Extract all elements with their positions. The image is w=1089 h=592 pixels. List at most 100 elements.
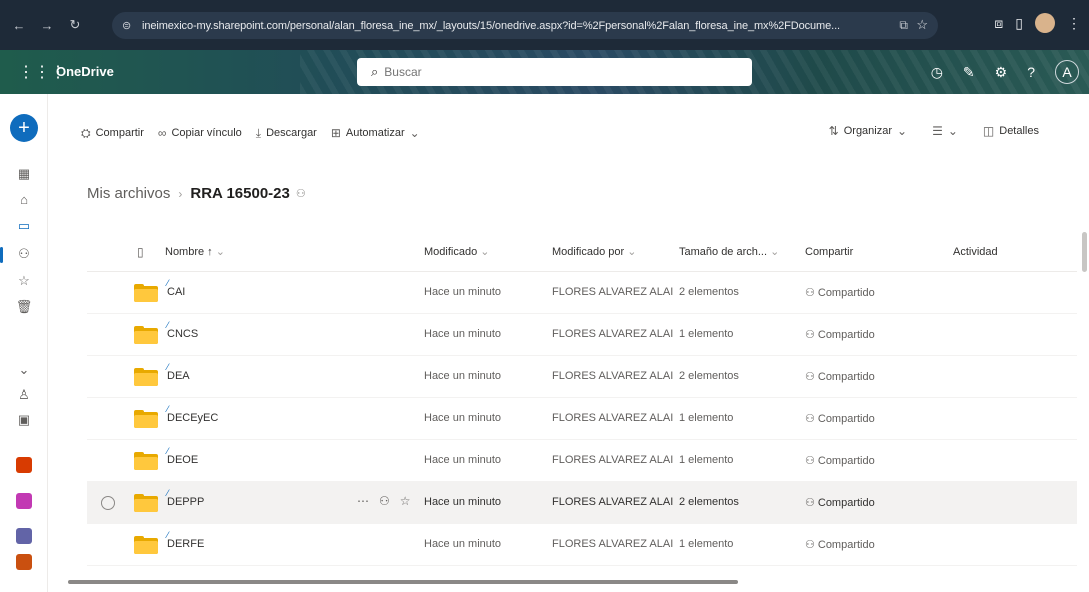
address-bar[interactable]: ⊜ ineimexico-my.sharepoint.com/personal/… (112, 12, 938, 39)
details-pane-icon: ◫ (982, 124, 995, 138)
search-box[interactable]: ⌕ (357, 58, 752, 86)
url-text[interactable]: ineimexico-my.sharepoint.com/personal/al… (142, 20, 902, 32)
organize-command[interactable]: ⇅ Organizar ⌄ (829, 124, 912, 138)
sidepanel-icon[interactable]: ▯ (1015, 15, 1023, 32)
folder-name[interactable]: DERFE (167, 538, 204, 550)
photos-icon[interactable]: ▣ (14, 410, 34, 430)
copy-link-command[interactable]: ∞ Copiar vínculo (158, 126, 242, 140)
folder-name[interactable]: CNCS (167, 328, 198, 340)
more-actions-icon[interactable]: ⋯ (357, 494, 369, 508)
share-icon[interactable]: ⚇ (379, 494, 390, 508)
table-row[interactable]: ⁄ DEA Hace un minuto FLORES ALVAREZ ALAI… (87, 356, 1077, 398)
my-files-icon[interactable]: ▭ (14, 216, 34, 236)
automate-command[interactable]: ⊞ Automatizar ⌄ (331, 126, 425, 140)
column-size[interactable]: Tamaño de arch... ⌄ (679, 245, 779, 258)
sharing-cell[interactable]: ⚇ Compartido (805, 328, 875, 341)
favorite-star-icon[interactable]: ☆ (400, 494, 411, 508)
folder-name[interactable]: DEOE (167, 454, 198, 466)
favorites-icon[interactable]: ☆ (14, 271, 34, 291)
column-sharing[interactable]: Compartir (805, 246, 853, 258)
office-app-icon[interactable] (16, 457, 32, 473)
help-icon[interactable]: ? (1027, 64, 1035, 80)
chevron-down-icon[interactable]: ⌄ (14, 360, 34, 380)
file-type-icon[interactable]: ▯ (137, 245, 144, 259)
download-command[interactable]: ⤓ Descargar (256, 126, 317, 141)
sharing-cell[interactable]: ⚇ Compartido (805, 538, 875, 551)
breadcrumb-current[interactable]: RRA 16500-23 (190, 185, 290, 202)
profile-avatar[interactable] (1035, 13, 1055, 33)
modified-cell: Hace un minuto (424, 370, 502, 382)
shared-icon: ⚇ (805, 371, 815, 383)
chevron-right-icon: › (178, 186, 183, 201)
site-info-icon[interactable]: ⊜ (122, 19, 136, 33)
column-activity[interactable]: Actividad (953, 246, 998, 258)
home-grid-icon[interactable]: ▦ (14, 164, 34, 184)
shared-icon[interactable]: ⚇ (14, 244, 34, 264)
recycle-bin-icon[interactable]: 🗑 (14, 297, 34, 317)
row-select-radio[interactable] (101, 496, 115, 510)
row-actions: ⋯ ⚇ ☆ (357, 494, 411, 508)
suite-header: ⋮⋮⋮ OneDrive ⌕ ◷ ✎ ⚙ ? A (0, 50, 1089, 94)
details-command[interactable]: ◫ Detalles (983, 124, 1039, 138)
cast-icon[interactable]: ⧉ (899, 18, 908, 33)
search-icon: ⌕ (371, 64, 379, 79)
share-command[interactable]: ⛭ Compartir (81, 126, 144, 141)
table-row[interactable]: ⁄ DEOE Hace un minuto FLORES ALVAREZ ALA… (87, 440, 1077, 482)
folder-name[interactable]: DEA (167, 370, 190, 382)
horizontal-scrollbar[interactable] (68, 580, 1078, 586)
megaphone-icon[interactable]: ✎ (963, 64, 975, 81)
breadcrumb-root[interactable]: Mis archivos (87, 185, 170, 202)
settings-icon[interactable]: ⚙ (995, 64, 1008, 81)
folder-icon (134, 494, 158, 512)
column-modified-by[interactable]: Modificado por ⌄ (552, 245, 636, 258)
extensions-icon[interactable]: ⧈ (994, 15, 1003, 32)
view-options-command[interactable]: ☰ ⌄ (932, 124, 963, 138)
file-list: ▯ Nombre ↑ ⌄ Modificado ⌄ Modificado por… (87, 232, 1077, 566)
back-icon[interactable]: ← (6, 12, 32, 38)
table-row[interactable]: ⁄ DECEyEC Hace un minuto FLORES ALVAREZ … (87, 398, 1077, 440)
people-icon[interactable]: ♙ (14, 385, 34, 405)
size-cell: 2 elementos (679, 286, 739, 298)
reload-icon[interactable]: ↻ (62, 12, 88, 38)
modified-by-cell: FLORES ALVAREZ ALAI (552, 328, 674, 340)
onenote-app-icon[interactable] (16, 493, 32, 509)
shared-icon: ⚇ (805, 287, 815, 299)
shared-icon: ⚇ (805, 539, 815, 551)
column-modified[interactable]: Modificado ⌄ (424, 245, 489, 258)
create-button[interactable]: + (10, 114, 38, 142)
home-icon[interactable]: ⌂ (14, 189, 34, 209)
forward-icon[interactable]: → (34, 12, 60, 38)
table-row[interactable]: ⁄ CNCS Hace un minuto FLORES ALVAREZ ALA… (87, 314, 1077, 356)
notifications-icon[interactable]: ◷ (931, 64, 943, 81)
chevron-down-icon: ⌄ (215, 246, 225, 258)
sharing-cell[interactable]: ⚇ Compartido (805, 454, 875, 467)
download-icon: ⤓ (255, 125, 262, 140)
sharing-cell[interactable]: ⚇ Compartido (805, 286, 875, 299)
star-icon[interactable]: ☆ (916, 17, 928, 33)
shared-icon: ⚇ (805, 329, 815, 341)
folder-name[interactable]: DECEyEC (167, 412, 218, 424)
sharing-cell[interactable]: ⚇ Compartido (805, 412, 875, 425)
link-icon: ∞ (157, 126, 167, 140)
account-avatar[interactable]: A (1055, 60, 1079, 84)
vertical-scrollbar[interactable] (1082, 232, 1087, 272)
menu-icon[interactable]: ⋮ (1067, 15, 1081, 32)
app-name[interactable]: OneDrive (56, 64, 114, 79)
column-name[interactable]: Nombre ↑ ⌄ (165, 245, 225, 258)
folder-name[interactable]: CAI (167, 286, 185, 298)
table-row[interactable]: ⁄ CAI Hace un minuto FLORES ALVAREZ ALAI… (87, 272, 1077, 314)
powerpoint-app-icon[interactable] (16, 554, 32, 570)
sort-icon: ⇅ (828, 124, 839, 138)
table-row[interactable]: ⁄ DEPPP ⋯ ⚇ ☆ Hace un minuto FLORES ALVA… (87, 482, 1077, 524)
teams-app-icon[interactable] (16, 528, 32, 544)
sharing-cell[interactable]: ⚇ Compartido (805, 496, 875, 509)
horizontal-scrollbar-thumb[interactable] (68, 580, 738, 584)
modified-by-cell: FLORES ALVAREZ ALAI (552, 538, 674, 550)
search-input[interactable] (384, 65, 725, 79)
browser-actions: ⧈ ▯ ⋮ (994, 13, 1081, 33)
sharing-cell[interactable]: ⚇ Compartido (805, 370, 875, 383)
table-row[interactable]: ⁄ DERFE Hace un minuto FLORES ALVAREZ AL… (87, 524, 1077, 566)
folder-name[interactable]: DEPPP (167, 496, 204, 508)
chevron-down-icon: ⌄ (480, 246, 490, 258)
browser-toolbar: ← → ↻ ⊜ ineimexico-my.sharepoint.com/per… (0, 0, 1089, 50)
